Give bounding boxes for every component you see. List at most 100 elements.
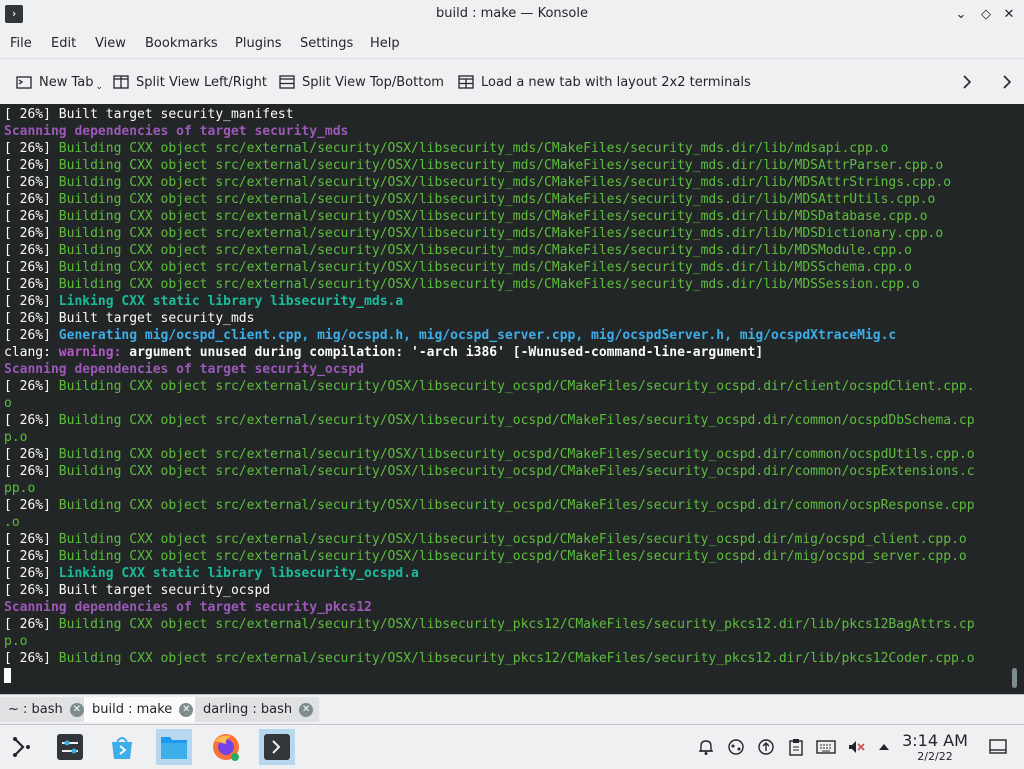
tab-label: ~ : bash <box>8 702 63 717</box>
volume-muted-icon[interactable] <box>846 737 866 757</box>
terminal-text: [ 26%] <box>4 447 59 462</box>
firefox-icon[interactable] <box>208 729 244 765</box>
terminal-line: [ 26%] Building CXX object src/external/… <box>4 446 1008 463</box>
tray-expand-icon[interactable] <box>874 737 894 757</box>
clock-date[interactable]: 2/2/22 <box>900 750 970 763</box>
terminal-text: [ 26%] <box>4 260 59 275</box>
konsole-task-icon[interactable] <box>259 729 295 765</box>
split-left-right-icon <box>113 75 129 89</box>
terminal-text: Building CXX object src/external/securit… <box>58 209 928 224</box>
terminal-line: [ 26%] Building CXX object src/external/… <box>4 463 1008 480</box>
terminal-line: [ 26%] Building CXX object src/external/… <box>4 191 1008 208</box>
maximize-icon[interactable]: ◇ <box>977 6 995 24</box>
notification-bell-icon[interactable] <box>696 737 716 757</box>
terminal-line: Scanning dependencies of target security… <box>4 361 1008 378</box>
clock-time[interactable]: 3:14 AM <box>900 731 970 750</box>
terminal-text: [ 26%] <box>4 294 59 309</box>
minimize-icon[interactable]: ⌄ <box>952 6 970 24</box>
application-launcher-icon[interactable] <box>4 729 40 765</box>
terminal-line: [ 26%] Building CXX object src/external/… <box>4 378 1008 395</box>
terminal-text: [ 26%] <box>4 141 59 156</box>
terminal-line: [ 26%] Building CXX object src/external/… <box>4 497 1008 514</box>
menu-bookmarks[interactable]: Bookmarks <box>145 36 218 51</box>
terminal-text: Building CXX object src/external/securit… <box>58 617 975 632</box>
terminal-line: [ 26%] Linking CXX static library libsec… <box>4 293 1008 310</box>
terminal-line: o <box>4 395 1008 412</box>
layout-2x2-button[interactable]: Load a new tab with layout 2x2 terminals <box>458 71 751 93</box>
terminal-line: [ 26%] Building CXX object src/external/… <box>4 140 1008 157</box>
show-desktop-icon[interactable] <box>988 737 1008 757</box>
tab-build-make[interactable]: build : make ✕ <box>84 697 200 722</box>
close-icon[interactable]: ✕ <box>69 702 84 717</box>
close-icon[interactable]: ✕ <box>1000 6 1018 24</box>
terminal-text: Scanning dependencies of target security… <box>4 362 365 377</box>
layout-grid-icon <box>458 75 474 89</box>
terminal-line: [ 26%] Building CXX object src/external/… <box>4 242 1008 259</box>
terminal-cursor <box>4 668 11 683</box>
terminal-text: Building CXX object src/external/securit… <box>58 498 975 513</box>
menu-plugins[interactable]: Plugins <box>235 36 282 51</box>
kde-connect-icon[interactable] <box>726 737 746 757</box>
menu-settings[interactable]: Settings <box>300 36 353 51</box>
terminal-line: [ 26%] Building CXX object src/external/… <box>4 276 1008 293</box>
terminal-text: argument unused during compilation: '-ar… <box>129 345 764 360</box>
close-icon[interactable]: ✕ <box>179 702 194 717</box>
terminal-line: p.o <box>4 429 1008 446</box>
title-bar: › build : make — Konsole ⌄ ◇ ✕ <box>0 0 1024 30</box>
menu-help[interactable]: Help <box>370 36 400 51</box>
terminal-text: Scanning dependencies of target security… <box>4 600 372 615</box>
terminal-text: [ 26%] <box>4 617 59 632</box>
terminal-line: Scanning dependencies of target security… <box>4 599 1008 616</box>
terminal-text: [ 26%] <box>4 532 59 547</box>
taskbar: 3:14 AM 2/2/22 <box>0 724 1024 769</box>
terminal-text: Building CXX object src/external/securit… <box>58 447 975 462</box>
chevron-down-icon[interactable]: ⌄ <box>96 82 104 92</box>
terminal-text: Linking CXX static library libsecurity_o… <box>58 566 419 581</box>
terminal-text: [ 26%] <box>4 413 59 428</box>
chevron-right-icon[interactable] <box>996 69 1018 95</box>
terminal-text: [ 26%] <box>4 175 59 190</box>
menu-file[interactable]: File <box>10 36 32 51</box>
terminal-output[interactable]: [ 26%] Built target security_manifest Sca… <box>0 104 1024 694</box>
system-settings-icon[interactable] <box>52 729 88 765</box>
clipboard-icon[interactable] <box>786 737 806 757</box>
terminal-line: [ 26%] Built target security_manifest <box>4 106 1008 123</box>
close-icon[interactable]: ✕ <box>299 702 314 717</box>
terminal-line: [ 26%] Building CXX object src/external/… <box>4 531 1008 548</box>
terminal-text: [ 26%] <box>4 277 59 292</box>
new-tab-label: New Tab <box>39 74 94 90</box>
terminal-text: Building CXX object src/external/securit… <box>58 158 944 173</box>
split-top-bottom-button[interactable]: Split View Top/Bottom <box>279 71 444 93</box>
updates-icon[interactable] <box>756 737 776 757</box>
terminal-line: [ 26%] Building CXX object src/external/… <box>4 208 1008 225</box>
terminal-line: [ 26%] Building CXX object src/external/… <box>4 650 1008 667</box>
tab-darling-bash[interactable]: darling : bash ✕ <box>195 697 320 722</box>
terminal-text: [ 26%] <box>4 226 59 241</box>
menu-edit[interactable]: Edit <box>51 36 76 51</box>
file-manager-icon[interactable] <box>156 729 192 765</box>
scrollbar-thumb[interactable] <box>1012 668 1017 688</box>
terminal-text: pp.o <box>4 481 36 496</box>
menu-view[interactable]: View <box>95 36 126 51</box>
terminal-text: p.o <box>4 634 28 649</box>
terminal-text: Building CXX object src/external/securit… <box>58 260 912 275</box>
new-tab-icon <box>16 76 32 89</box>
terminal-text: Building CXX object src/external/securit… <box>58 192 936 207</box>
terminal-text: [ 26%] <box>4 158 59 173</box>
terminal-text: [ 26%] Built target security_manifest <box>4 107 294 122</box>
terminal-text: warning: <box>58 345 130 360</box>
keyboard-layout-icon[interactable] <box>816 737 836 757</box>
terminal-prompt-line <box>4 667 1008 684</box>
toolbar-overflow-icon[interactable] <box>956 69 978 95</box>
tab-bash-home[interactable]: ~ : bash ✕ <box>0 697 90 722</box>
terminal-text: Building CXX object src/external/securit… <box>58 226 944 241</box>
terminal-line: Scanning dependencies of target security… <box>4 123 1008 140</box>
new-tab-button[interactable]: New Tab ⌄ <box>16 71 103 93</box>
terminal-line: [ 26%] Built target security_ocspd <box>4 582 1008 599</box>
terminal-text: [ 26%] <box>4 243 59 258</box>
split-left-right-button[interactable]: Split View Left/Right <box>113 71 267 93</box>
menu-bar: File Edit View Bookmarks Plugins Setting… <box>0 30 1024 58</box>
terminal-text: Linking CXX static library libsecurity_m… <box>58 294 404 309</box>
terminal-text: Building CXX object src/external/securit… <box>58 413 975 428</box>
discover-store-icon[interactable] <box>104 729 140 765</box>
